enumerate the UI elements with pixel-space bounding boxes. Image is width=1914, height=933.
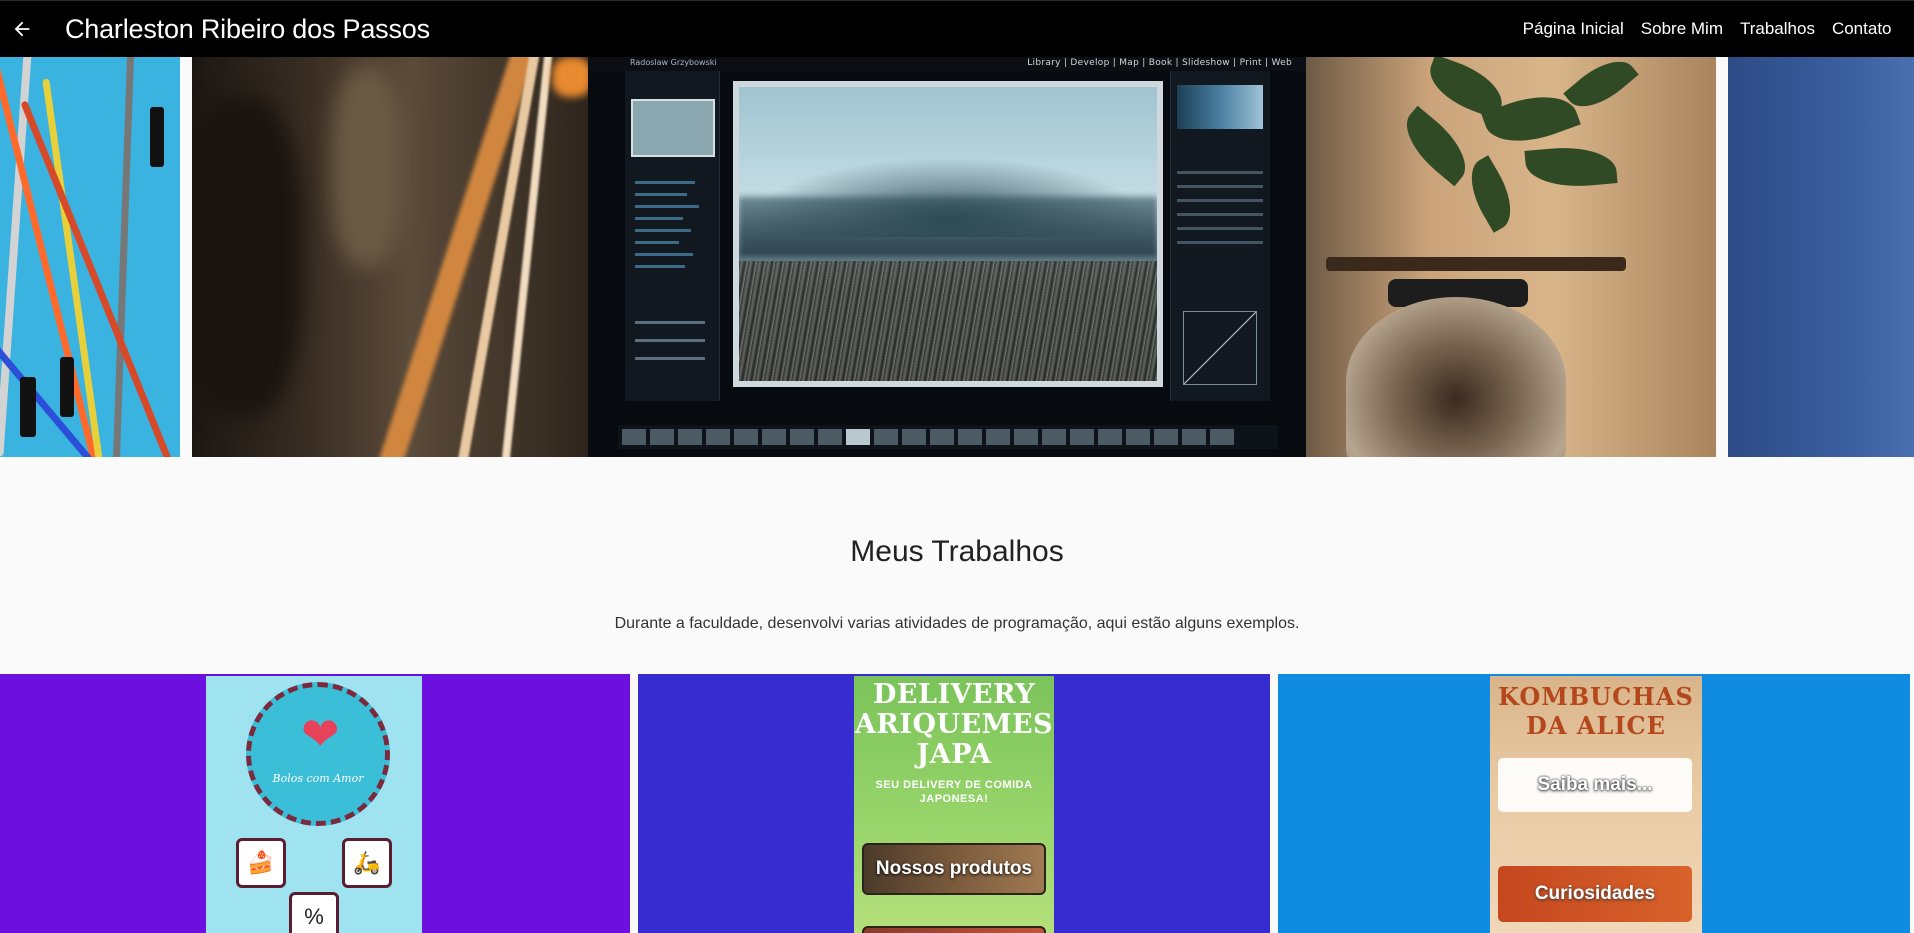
carousel-slide-wires[interactable] (0, 57, 180, 457)
kombucha-title: KOMBUCHAS DA ALICE (1498, 682, 1694, 740)
delivery-icon: 🛵 (342, 838, 392, 888)
cake-logo-label: Bolos com Amor (272, 772, 364, 785)
nav-item-home[interactable]: Página Inicial (1514, 19, 1632, 39)
products-button: Nossos produtos (862, 843, 1046, 895)
monitor-filmstrip (618, 425, 1278, 449)
arrow-left-icon (14, 21, 30, 37)
back-button[interactable] (0, 7, 44, 51)
delivery-title: DELIVERY ARIQUEMES JAPA (854, 679, 1054, 770)
top-app-bar: Charleston Ribeiro dos Passos Página Ini… (0, 0, 1914, 57)
curiosities-button: Curiosidades (1498, 866, 1692, 922)
image-carousel[interactable]: Radoslaw Grzybowski Library | Develop | … (0, 57, 1914, 457)
nav-item-about[interactable]: Sobre Mim (1632, 19, 1731, 39)
project-card-kombucha[interactable]: KOMBUCHAS DA ALICE Saiba mais... Curiosi… (1278, 674, 1910, 933)
monitor-user-label: Radoslaw Grzybowski (630, 58, 717, 67)
main-nav: Página Inicial Sobre Mim Trabalhos Conta… (1514, 19, 1900, 39)
app-title: Charleston Ribeiro dos Passos (65, 13, 430, 44)
monitor-main-photo (733, 81, 1163, 387)
cake-logo: ❤ Bolos com Amor (246, 682, 390, 826)
nav-item-contact[interactable]: Contato (1823, 19, 1900, 39)
carousel-slide-blue[interactable] (1728, 57, 1914, 457)
project-card-delivery[interactable]: DELIVERY ARIQUEMES JAPA SEU DELIVERY DE … (638, 674, 1270, 933)
section-title: Meus Trabalhos (850, 535, 1064, 568)
carousel-slide-plant[interactable] (1306, 57, 1716, 457)
project-screenshot: ❤ Bolos com Amor 🍰 🛵 % (206, 676, 422, 933)
project-screenshot: DELIVERY ARIQUEMES JAPA SEU DELIVERY DE … (854, 676, 1054, 933)
carousel-slide-monitor[interactable]: Radoslaw Grzybowski Library | Develop | … (588, 57, 1306, 457)
discount-icon: % (289, 892, 339, 933)
carousel-slide-shelf[interactable] (192, 57, 588, 457)
delivery-subtitle: SEU DELIVERY DE COMIDA JAPONESA! (875, 779, 1033, 805)
project-card-bolos[interactable]: ❤ Bolos com Amor 🍰 🛵 % (0, 674, 630, 933)
section-description: Durante a faculdade, desenvolvi varias a… (614, 615, 1300, 632)
monitor-right-panel (1170, 71, 1270, 401)
project-screenshot: KOMBUCHAS DA ALICE Saiba mais... Curiosi… (1490, 676, 1702, 933)
monitor-menu-label: Library | Develop | Map | Book | Slidesh… (1027, 58, 1292, 68)
cake-icon: 🍰 (236, 838, 286, 888)
monitor-left-panel (625, 71, 720, 401)
learn-more-button: Saiba mais... (1498, 758, 1692, 812)
nav-item-works[interactable]: Trabalhos (1731, 19, 1823, 39)
heart-icon: ❤ (301, 708, 340, 760)
